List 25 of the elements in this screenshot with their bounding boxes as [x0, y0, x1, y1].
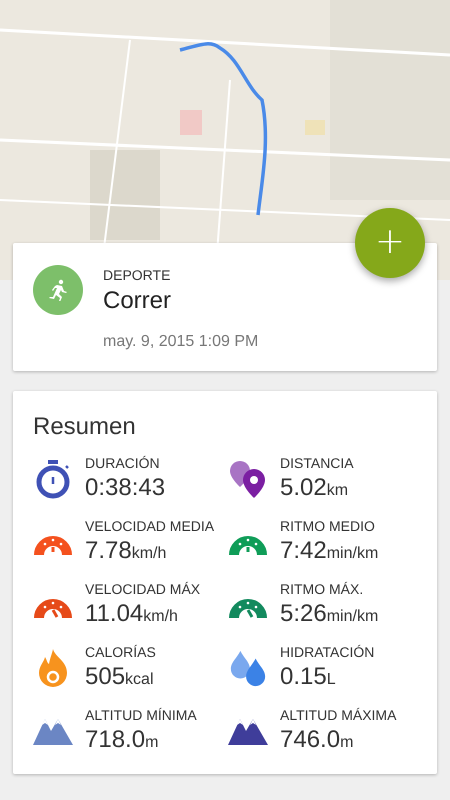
- sport-name: Correr: [103, 287, 172, 315]
- metric-value: 746.0m: [280, 726, 354, 754]
- metric-value: 718.0m: [85, 726, 160, 754]
- metric-label: VELOCIDAD MÁX: [85, 581, 200, 597]
- metric-label: VELOCIDAD MEDIA: [85, 518, 214, 534]
- summary-title: Resumen: [33, 413, 137, 441]
- metric-label: RITMO MEDIO: [280, 518, 376, 534]
- metric-value: 7:42min/km: [280, 537, 378, 565]
- metric-value: 505kcal: [85, 663, 154, 691]
- metric-value: 11.04km/h: [85, 600, 179, 628]
- metric-label: ALTITUD MÁXIMA: [280, 707, 396, 723]
- metric-value: 0.15L: [280, 663, 337, 691]
- metric-label: ALTITUD MÍNIMA: [85, 707, 197, 723]
- activity-date: may. 9, 2015 1:09 PM: [103, 333, 258, 351]
- metric-value: 7.78km/h: [85, 537, 168, 565]
- metric-value: 5.02km: [280, 474, 350, 502]
- metric-value: 0:38:43: [85, 474, 166, 502]
- sport-label: DEPORTE: [103, 267, 172, 283]
- metric-label: RITMO MÁX.: [280, 581, 364, 597]
- metric-label: DURACIÓN: [85, 455, 161, 471]
- metric-value: 5:26min/km: [280, 600, 378, 628]
- metric-label: DISTANCIA: [280, 455, 354, 471]
- metric-label: HIDRATACIÓN: [280, 644, 374, 660]
- runner-icon: [33, 265, 83, 315]
- metric-label: CALORÍAS: [85, 644, 156, 660]
